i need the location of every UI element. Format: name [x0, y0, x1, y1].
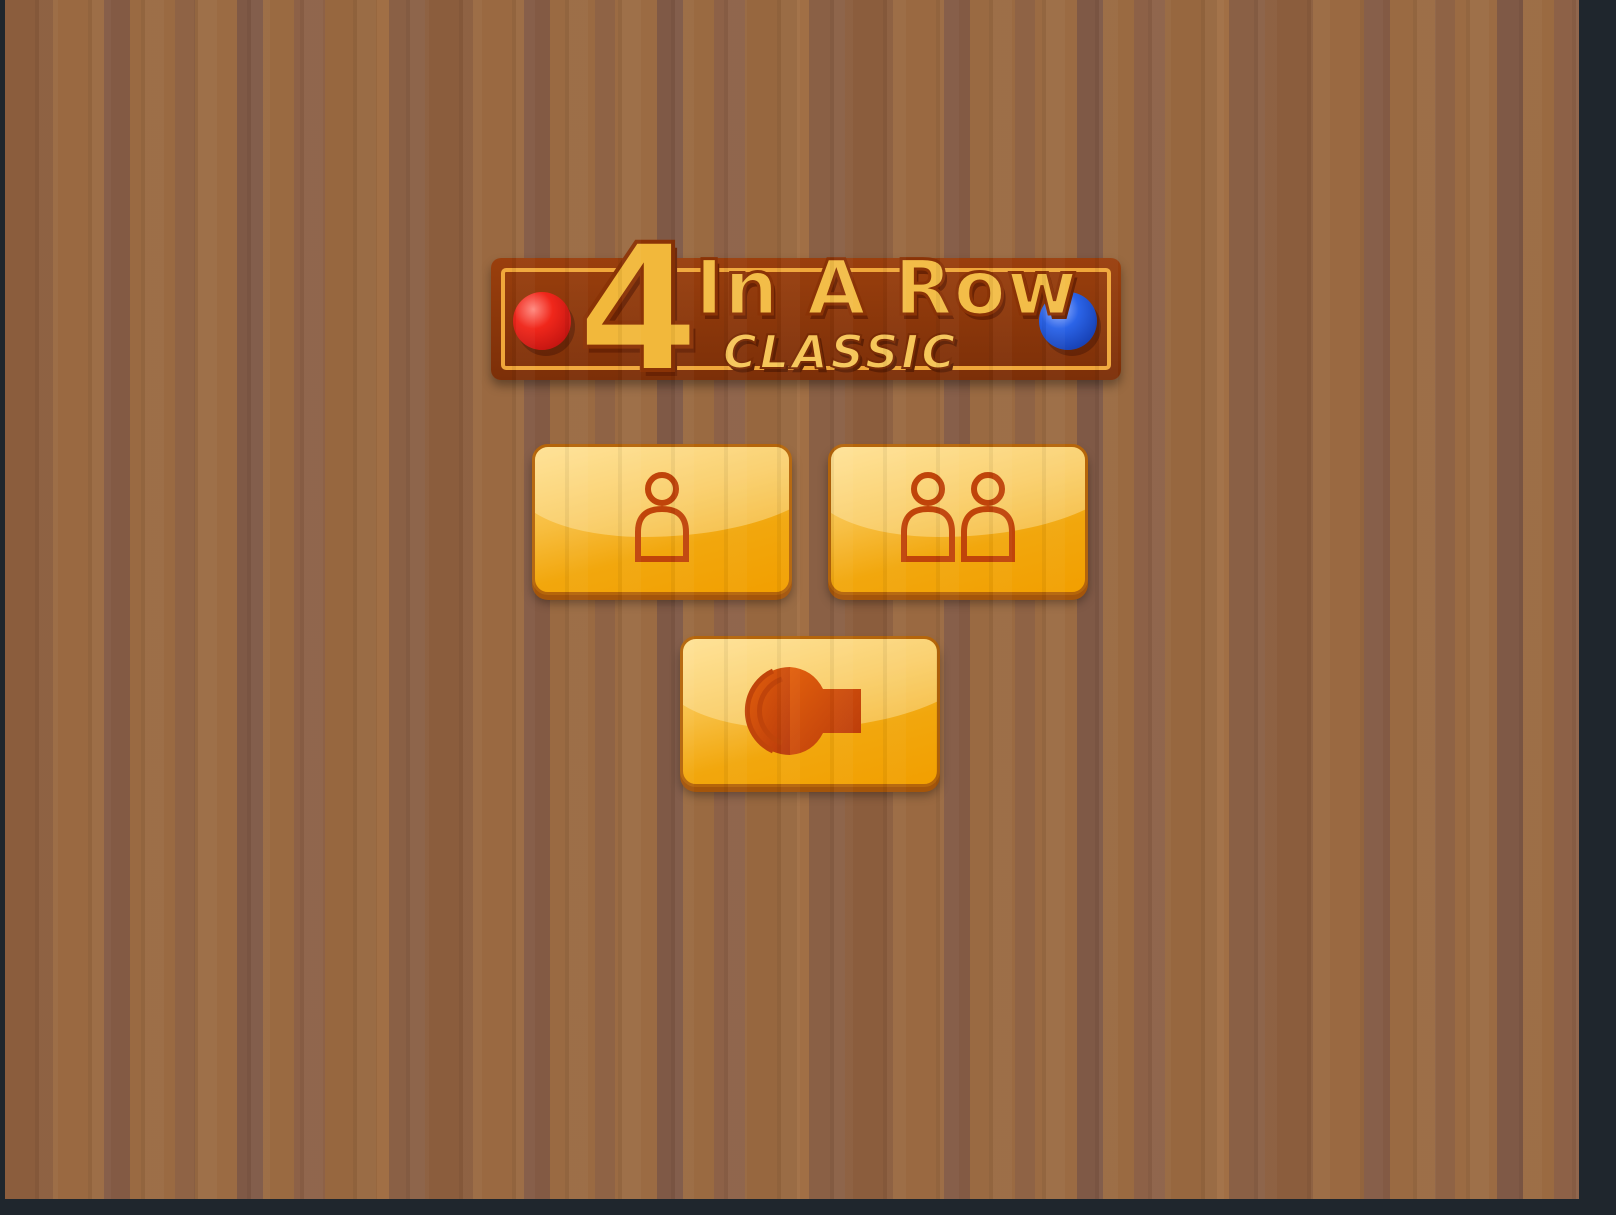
logo-title: In A Row: [693, 243, 1079, 332]
red-disc-icon: [513, 292, 571, 350]
logo-subtitle: CLASSIC: [722, 325, 959, 379]
sound-toggle-button[interactable]: [680, 636, 940, 787]
game-background: 4 In A Row CLASSIC: [5, 0, 1579, 1199]
two-player-button[interactable]: [828, 444, 1088, 595]
two-players-icon: [901, 472, 1015, 562]
speaker-icon: [744, 667, 861, 755]
game-logo: 4 In A Row CLASSIC: [491, 220, 1131, 408]
one-player-button[interactable]: [532, 444, 792, 595]
single-player-icon: [635, 472, 689, 562]
logo-number: 4: [575, 207, 701, 412]
